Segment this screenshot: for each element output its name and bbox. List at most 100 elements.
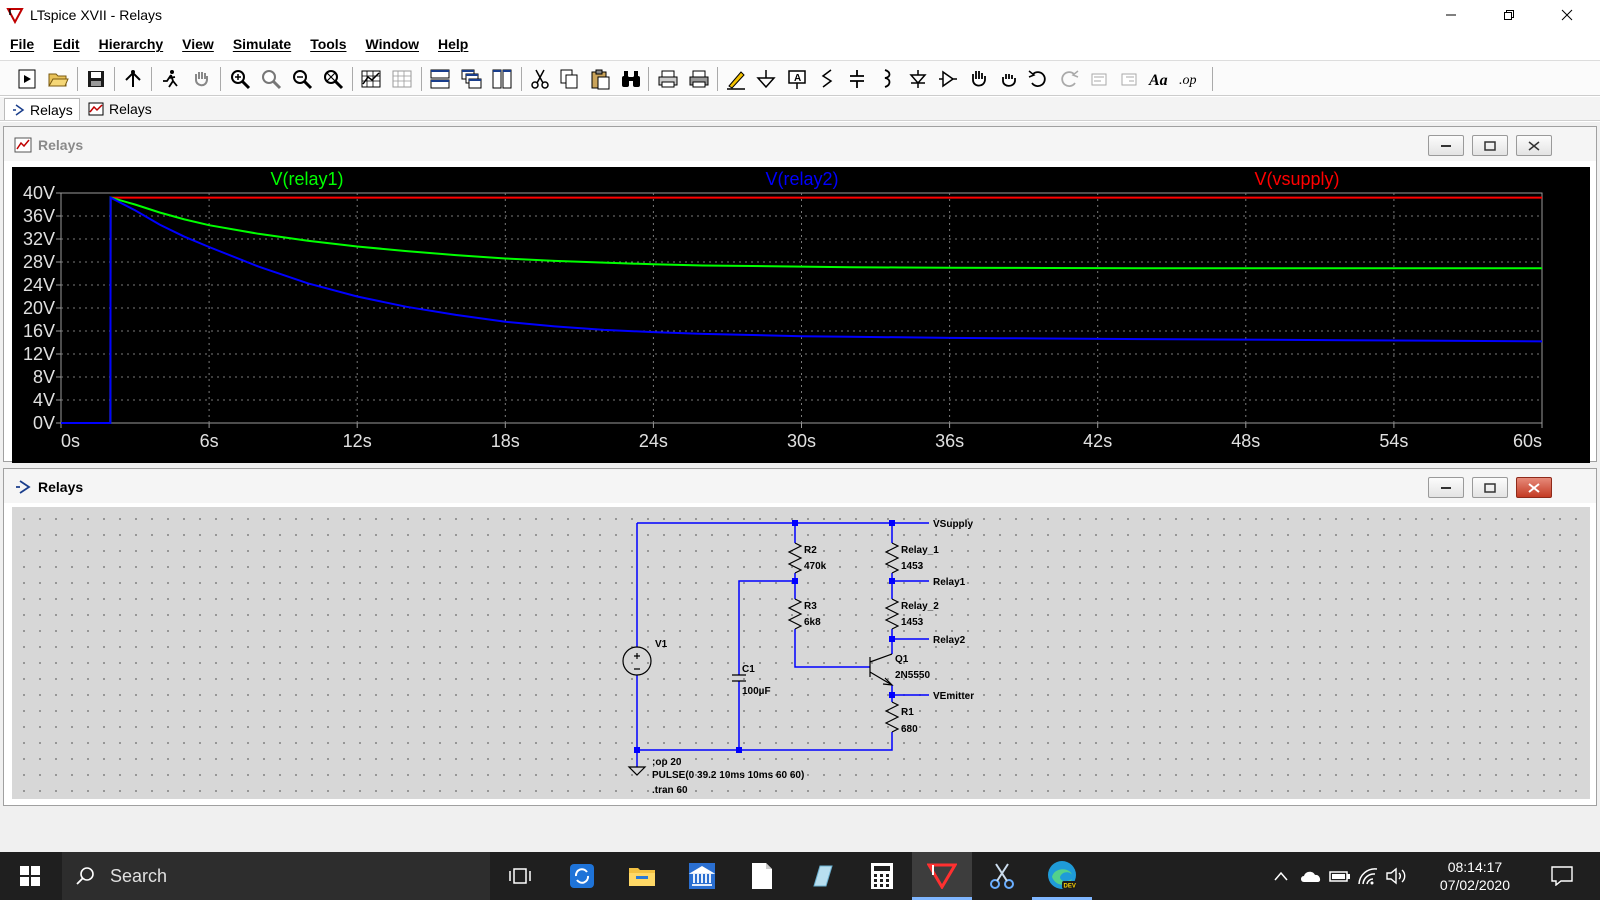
tray-overflow-icon[interactable]	[1268, 852, 1294, 900]
waveform-window-titlebar[interactable]: Relays	[4, 127, 1596, 161]
zoom-in-icon[interactable]	[228, 67, 252, 91]
control-panel-icon[interactable]	[121, 67, 145, 91]
volume-icon[interactable]	[1382, 852, 1410, 900]
capacitor-icon[interactable]	[845, 67, 869, 91]
ltspice-taskbar-icon[interactable]	[912, 852, 972, 900]
net-label-relay2[interactable]: Relay2	[933, 635, 966, 646]
run-icon[interactable]	[158, 67, 182, 91]
calculator-icon[interactable]	[852, 852, 912, 900]
component-icon[interactable]	[936, 67, 960, 91]
zoom-fit-icon[interactable]	[321, 67, 345, 91]
taskbar-search[interactable]: Search	[62, 852, 490, 900]
label-net-icon[interactable]: A	[785, 67, 809, 91]
r3-ref[interactable]: R3	[804, 601, 817, 612]
halt-icon[interactable]	[189, 67, 213, 91]
r1-ref[interactable]: R1	[901, 707, 914, 718]
menu-window[interactable]: Window	[355, 36, 428, 52]
relay2-value[interactable]: 1453	[901, 617, 924, 628]
cut-icon[interactable]	[528, 67, 552, 91]
waveform-plot[interactable]: 0s 6s 12s 18s 24s 30s 36s 42s 48s 54s 60s 0V 4V 8V 12V…	[12, 167, 1590, 463]
waveform-chart[interactable]: 0s 6s 12s 18s 24s 30s 36s 42s 48s 54s 60s 0V 4V 8V 12V…	[12, 167, 1590, 463]
schematic-canvas[interactable]: VSupply Relay1 Relay2 VEmitter R2 470k R…	[12, 507, 1590, 799]
move-icon[interactable]	[966, 67, 990, 91]
menu-simulate[interactable]: Simulate	[223, 36, 300, 52]
copy-icon[interactable]	[557, 67, 581, 91]
menu-tools[interactable]: Tools	[300, 36, 355, 52]
file-explorer-icon[interactable]	[612, 852, 672, 900]
menu-edit[interactable]: Edit	[43, 36, 88, 52]
task-view-icon[interactable]	[490, 852, 550, 900]
print-icon[interactable]	[687, 67, 711, 91]
paste-icon[interactable]	[588, 67, 612, 91]
schematic-close-button[interactable]	[1516, 477, 1552, 498]
autorange-icon[interactable]	[359, 67, 383, 91]
c1-value[interactable]: 100µF	[742, 686, 771, 697]
wifi-icon[interactable]	[1354, 852, 1382, 900]
battery-icon[interactable]	[1326, 852, 1354, 900]
r3-value[interactable]: 6k8	[804, 617, 821, 628]
r2-ref[interactable]: R2	[804, 545, 817, 556]
inductor-icon[interactable]	[875, 67, 899, 91]
v1-ref[interactable]: V1	[655, 639, 668, 650]
cascade-icon[interactable]	[459, 67, 483, 91]
directive-op[interactable]: ;op 20	[652, 757, 682, 768]
find-icon[interactable]	[619, 67, 643, 91]
close-button[interactable]	[1544, 0, 1590, 30]
bank-app-icon[interactable]	[672, 852, 732, 900]
onedrive-icon[interactable]	[1296, 852, 1326, 900]
schematic-minimize-button[interactable]	[1428, 477, 1464, 498]
zoom-out-icon[interactable]	[290, 67, 314, 91]
schematic-maximize-button[interactable]	[1472, 477, 1508, 498]
directive-tran[interactable]: .tran 60	[652, 785, 688, 796]
zoom-pan-icon[interactable]	[259, 67, 283, 91]
r2-value[interactable]: 470k	[804, 561, 827, 572]
q1-ref[interactable]: Q1	[895, 654, 909, 665]
net-label-vsupply[interactable]: VSupply	[933, 519, 973, 530]
plot-maximize-button[interactable]	[1472, 135, 1508, 156]
taskbar-clock[interactable]: 08:14:17 07/02/2020	[1440, 858, 1510, 894]
snipping-tool-icon[interactable]	[972, 852, 1032, 900]
edge-dev-icon[interactable]: DEV	[1032, 852, 1092, 900]
undo-icon[interactable]	[1026, 67, 1050, 91]
spice-directive-icon[interactable]: .op	[1178, 67, 1202, 91]
draw-wire-icon[interactable]	[724, 67, 748, 91]
net-label-vemitter[interactable]: VEmitter	[933, 691, 974, 702]
menu-file[interactable]: File	[0, 36, 43, 52]
redo-icon[interactable]	[1057, 67, 1081, 91]
drag-icon[interactable]	[996, 67, 1020, 91]
menu-help[interactable]: Help	[428, 36, 477, 52]
clear-plot-icon[interactable]	[390, 67, 414, 91]
text-icon[interactable]: Aa	[1148, 67, 1172, 91]
net-label-relay1[interactable]: Relay1	[933, 577, 966, 588]
save-icon[interactable]	[84, 67, 108, 91]
open-icon[interactable]	[46, 67, 70, 91]
document-app-icon[interactable]	[732, 852, 792, 900]
schematic-window-titlebar[interactable]: Relays	[4, 469, 1596, 503]
plot-close-button[interactable]	[1516, 135, 1552, 156]
print-setup-icon[interactable]	[656, 67, 680, 91]
relay2-ref[interactable]: Relay_2	[901, 601, 939, 612]
tab-schematic[interactable]: Relays	[4, 98, 80, 120]
start-button[interactable]	[0, 852, 60, 900]
plot-minimize-button[interactable]	[1428, 135, 1464, 156]
schematic-drawing[interactable]: VSupply Relay1 Relay2 VEmitter R2 470k R…	[12, 507, 1590, 799]
v1-value[interactable]: PULSE(0 39.2 10ms 10ms 60 60)	[652, 770, 804, 781]
tile-horizontal-icon[interactable]	[428, 67, 452, 91]
c1-ref[interactable]: C1	[742, 664, 755, 675]
minimize-button[interactable]	[1428, 0, 1474, 30]
menu-hierarchy[interactable]: Hierarchy	[89, 36, 173, 52]
new-schematic-icon[interactable]	[15, 67, 39, 91]
tile-vertical-icon[interactable]	[490, 67, 514, 91]
notes-app-icon[interactable]	[792, 852, 852, 900]
menu-view[interactable]: View	[172, 36, 223, 52]
r1-value[interactable]: 680	[901, 724, 918, 735]
rotate-icon[interactable]	[1088, 67, 1112, 91]
mirror-icon[interactable]	[1118, 67, 1142, 91]
sync-app-icon[interactable]	[552, 852, 612, 900]
relay1-ref[interactable]: Relay_1	[901, 545, 939, 556]
relay1-value[interactable]: 1453	[901, 561, 924, 572]
restore-button[interactable]	[1486, 0, 1532, 30]
ground-icon[interactable]	[754, 67, 778, 91]
diode-icon[interactable]	[906, 67, 930, 91]
tab-waveform[interactable]: Relays	[82, 98, 158, 120]
